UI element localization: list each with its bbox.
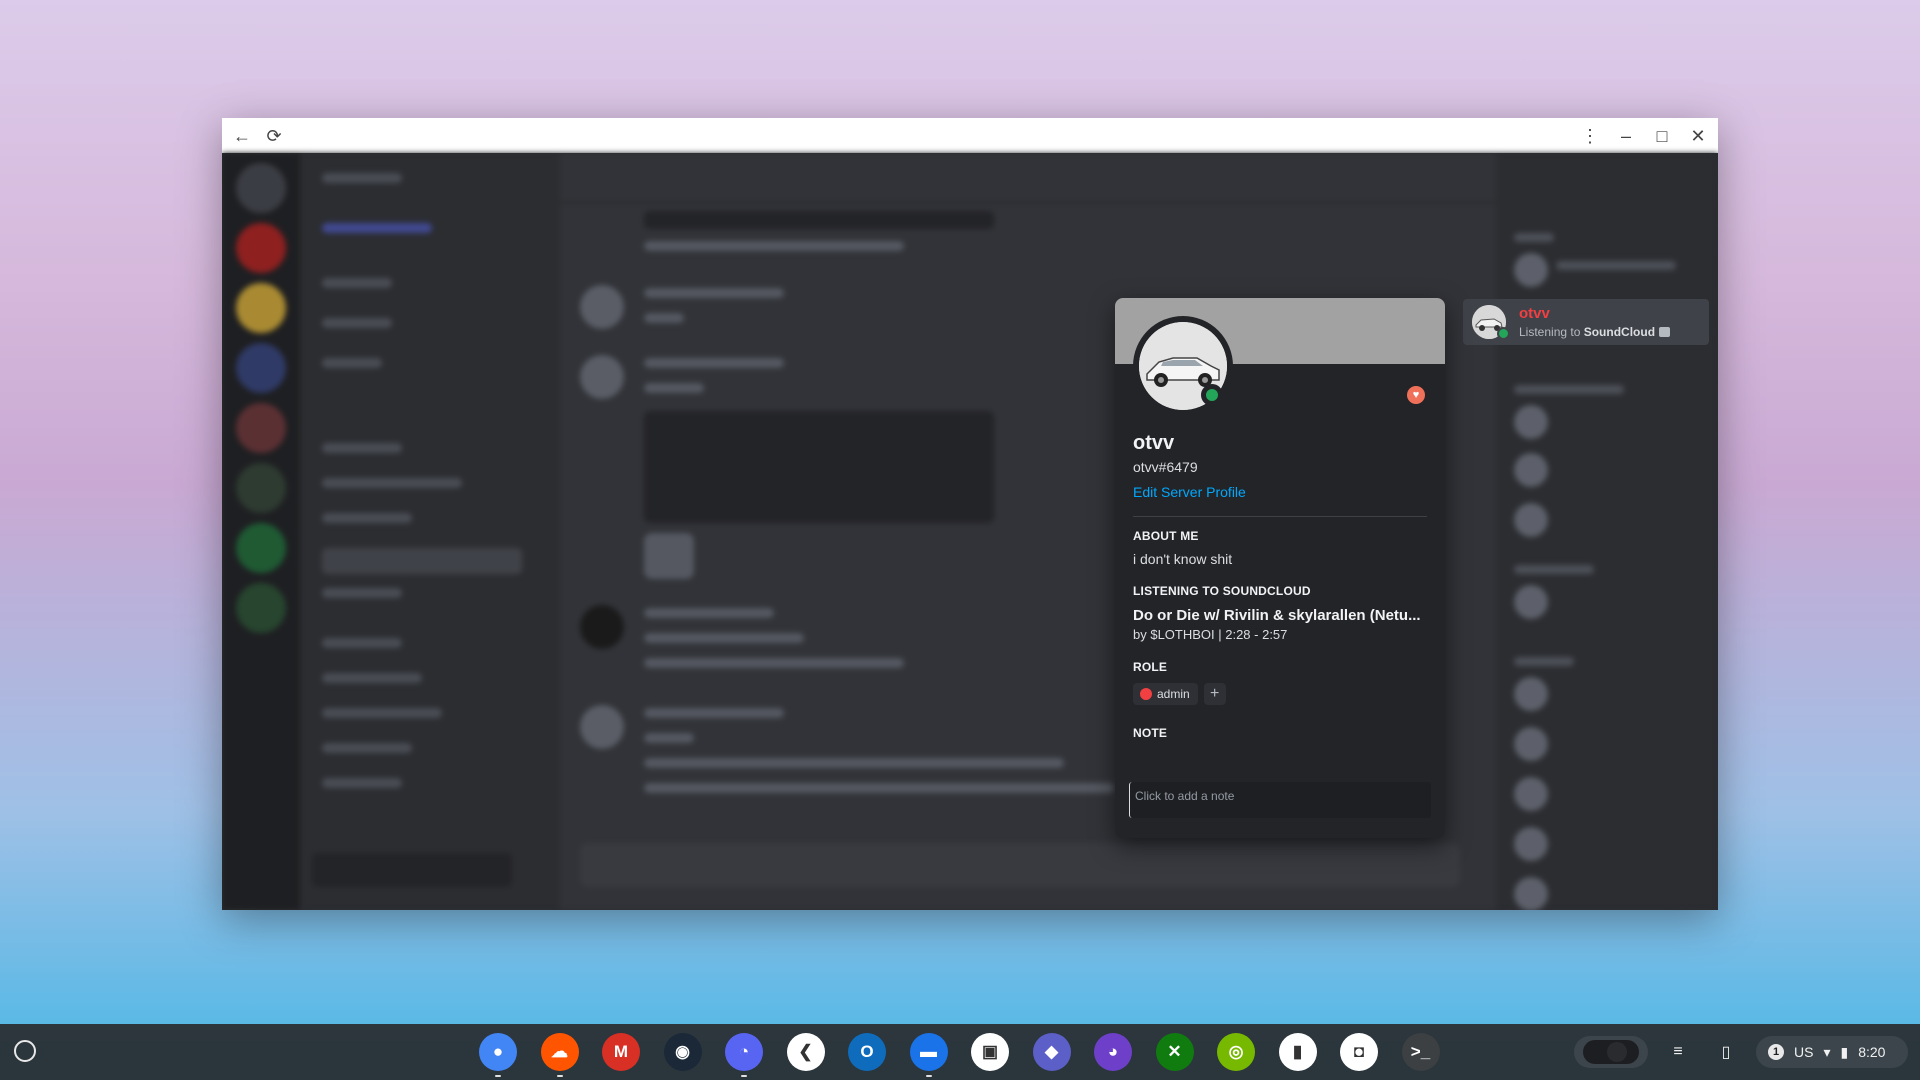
role-color-dot [1140,688,1152,700]
server-icon[interactable] [236,283,286,333]
role-heading: ROLE [1133,660,1168,674]
member-name: otvv [1519,305,1550,322]
outlook-icon[interactable]: O [848,1033,886,1071]
chrome-icon[interactable]: ● [479,1033,517,1077]
server-list [222,153,300,910]
channel-sidebar [300,153,560,910]
member-item-otvv[interactable]: otvv Listening to SoundCloud [1463,299,1709,345]
status-area[interactable]: 1 US ▾ ▮ 8:20 [1756,1036,1908,1068]
gmail-icon[interactable]: M [602,1033,640,1071]
running-indicator [741,1075,747,1077]
soundcloud-icon[interactable]: ☁ [540,1033,579,1077]
add-role-button[interactable]: + [1203,683,1226,705]
song-meta: by $LOTHBOI | 2:28 - 2:57 [1133,627,1288,642]
discord-icon[interactable]: ◔ [725,1033,763,1077]
about-me-heading: ABOUT ME [1133,529,1199,543]
close-icon[interactable]: ✕ [1682,120,1714,152]
online-status-icon [1201,384,1223,406]
steam-icon[interactable]: ◉ [663,1033,702,1071]
role-pill-admin[interactable]: admin [1133,683,1198,705]
window-titlebar: ← ⟳ ⋮ – □ ✕ [222,118,1718,153]
running-indicator [925,1075,932,1077]
online-status-icon [1497,327,1510,340]
terminal-icon[interactable]: >_ [1401,1033,1440,1071]
running-indicator [495,1075,501,1077]
note-heading: NOTE [1133,726,1168,740]
twitch-icon[interactable]: ▣ [971,1033,1009,1071]
heart-badge-icon[interactable]: ♥ [1407,386,1425,404]
explore-icon[interactable] [236,523,286,573]
download-icon[interactable] [236,583,286,633]
launcher-icon[interactable] [14,1040,36,1062]
playlist-icon[interactable]: ≡ [1660,1036,1696,1068]
clock: 8:20 [1858,1044,1886,1060]
running-indicator [556,1075,563,1077]
profile-body: otvv otvv#6479 Edit Server Profile ABOUT… [1133,432,1427,740]
locale-indicator: US [1794,1044,1814,1060]
battery-icon: ▮ [1840,1043,1849,1060]
divider [1133,516,1427,517]
blurred-app-background [222,153,1718,910]
note-input[interactable]: Click to add a note [1129,782,1431,818]
kebab-menu-icon[interactable]: ⋮ [1574,120,1606,152]
song-title[interactable]: Do or Die w/ Rivilin & skylarallen (Netu… [1133,607,1427,624]
deezer-icon[interactable]: ▮ [1278,1033,1317,1071]
nvidia-icon[interactable]: ◎ [1217,1033,1255,1071]
listening-heading: LISTENING TO SOUNDCLOUD [1133,584,1311,598]
vscode-icon[interactable]: ❮ [786,1033,825,1071]
discord-window: ← ⟳ ⋮ – □ ✕ [222,118,1718,910]
phone-hub-icon[interactable]: ▯ [1708,1036,1744,1068]
home-icon[interactable] [236,163,286,213]
app-diamond-icon[interactable]: ◆ [1032,1033,1071,1071]
xbox-icon[interactable]: ✕ [1155,1033,1194,1071]
add-server-icon[interactable] [236,463,286,513]
github-icon[interactable]: ◕ [1094,1033,1132,1071]
role-name: admin [1157,687,1190,701]
maximize-icon[interactable]: □ [1646,120,1678,152]
member-activity: Listening to SoundCloud [1519,325,1671,339]
virtual-desks-icon[interactable] [1574,1036,1648,1068]
server-icon[interactable] [236,403,286,453]
files-icon[interactable]: ▬ [909,1033,948,1077]
authenticator-icon[interactable]: ◘ [1340,1033,1378,1071]
server-icon[interactable] [236,223,286,273]
profile-tag: otvv#6479 [1133,459,1198,475]
notification-count-badge: 1 [1768,1044,1784,1060]
minimize-icon[interactable]: – [1610,120,1642,152]
wifi-icon: ▾ [1823,1043,1831,1060]
reload-icon[interactable]: ⟳ [258,120,290,152]
rich-presence-icon [1659,327,1671,337]
role-list: admin + [1133,683,1427,705]
server-icon[interactable] [236,343,286,393]
edit-server-profile-link[interactable]: Edit Server Profile [1133,484,1246,500]
profile-display-name: otvv [1133,432,1175,454]
system-shelf: ● ☁ M ◉ ◔ ❮ O ▬ ▣ ◆ ◕ ✕ ◎ ▮ ◘ >_ ≡ ▯ 1 US ▾ ▮ 8:20 [0,1024,1920,1080]
about-me-text: i don't know shit [1133,551,1233,567]
back-icon[interactable]: ← [226,120,258,152]
member-list [1496,153,1718,910]
user-profile-popout: ♥ otvv otvv#6479 Edit Server Profile ABO… [1115,298,1445,838]
